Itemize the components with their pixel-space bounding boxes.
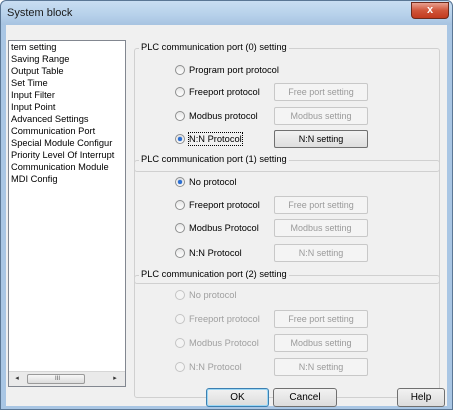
radio-label: N:N Protocol xyxy=(188,132,243,146)
port0-modbus-setting-button[interactable]: Modbus setting xyxy=(274,107,368,125)
nav-item-advanced-settings[interactable]: Advanced Settings xyxy=(11,114,89,125)
radio-icon xyxy=(175,248,185,258)
nav-item-priority-level[interactable]: Priority Level Of Interrupt xyxy=(11,150,114,161)
close-icon: x xyxy=(426,4,434,16)
radio-icon xyxy=(175,362,185,372)
help-button[interactable]: Help xyxy=(397,388,445,407)
radio-checked-icon xyxy=(175,177,185,187)
scroll-thumb[interactable]: III xyxy=(27,374,85,384)
nav-item-item-setting[interactable]: tem setting xyxy=(11,42,56,53)
radio-icon xyxy=(175,314,185,324)
port1-group: PLC communication port (1) setting No pr… xyxy=(134,154,440,284)
radio-icon xyxy=(175,200,185,210)
radio-label: Freeport protocol xyxy=(189,200,260,210)
dialog-client-area: tem setting Saving Range Output Table Se… xyxy=(6,25,447,406)
port2-group-title: PLC communication port (2) setting xyxy=(139,269,289,279)
title-bar[interactable]: System block x xyxy=(1,1,452,25)
system-block-window: System block x tem setting Saving Range … xyxy=(0,0,453,410)
port0-free-port-setting-button[interactable]: Free port setting xyxy=(274,83,368,101)
nav-item-input-point[interactable]: Input Point xyxy=(11,102,55,113)
nav-item-output-table[interactable]: Output Table xyxy=(11,66,64,77)
grip-icon: III xyxy=(55,376,61,382)
radio-label: Modbus protocol xyxy=(189,111,258,121)
radio-label: Modbus Protocol xyxy=(189,338,259,348)
ok-button[interactable]: OK xyxy=(206,388,269,407)
port0-group-title: PLC communication port (0) setting xyxy=(139,42,289,52)
radio-label: Program port protocol xyxy=(189,65,279,75)
nav-item-input-filter[interactable]: Input Filter xyxy=(11,90,55,101)
port1-free-port-setting-button[interactable]: Free port setting xyxy=(274,196,368,214)
nav-item-set-time[interactable]: Set Time xyxy=(11,78,48,89)
port1-group-title: PLC communication port (1) setting xyxy=(139,154,289,164)
port0-nn-setting-button[interactable]: N:N setting xyxy=(274,130,368,148)
radio-label: Freeport protocol xyxy=(189,314,260,324)
radio-label: N:N Protocol xyxy=(189,362,242,372)
radio-icon xyxy=(175,111,185,121)
radio-label: No protocol xyxy=(189,290,237,300)
scroll-left-icon[interactable]: ◂ xyxy=(12,374,22,384)
port2-nn-setting-button[interactable]: N:N setting xyxy=(274,358,368,376)
settings-nav-list[interactable]: tem setting Saving Range Output Table Se… xyxy=(8,40,126,387)
cancel-button[interactable]: Cancel xyxy=(273,388,337,407)
radio-label: Freeport protocol xyxy=(189,87,260,97)
port1-nn-setting-button[interactable]: N:N setting xyxy=(274,244,368,262)
radio-icon xyxy=(175,87,185,97)
port2-modbus-setting-button[interactable]: Modbus setting xyxy=(274,334,368,352)
nav-item-saving-range[interactable]: Saving Range xyxy=(11,54,69,65)
radio-label: Modbus Protocol xyxy=(189,223,259,233)
radio-icon xyxy=(175,290,185,300)
window-title: System block xyxy=(7,7,73,19)
radio-icon xyxy=(175,223,185,233)
nav-item-special-module-config[interactable]: Special Module Configur xyxy=(11,138,112,149)
close-button[interactable]: x xyxy=(411,2,449,19)
radio-checked-icon xyxy=(175,134,185,144)
radio-icon xyxy=(175,65,185,75)
nav-item-mdi-config[interactable]: MDI Config xyxy=(11,174,58,185)
radio-label: N:N Protocol xyxy=(189,248,242,258)
nav-item-communication-module[interactable]: Communication Module xyxy=(11,162,109,173)
radio-label: No protocol xyxy=(189,177,237,187)
port2-free-port-setting-button[interactable]: Free port setting xyxy=(274,310,368,328)
port1-modbus-setting-button[interactable]: Modbus setting xyxy=(274,219,368,237)
scroll-right-icon[interactable]: ▸ xyxy=(110,374,120,384)
port2-group: PLC communication port (2) setting No pr… xyxy=(134,269,440,398)
radio-icon xyxy=(175,338,185,348)
nav-item-communication-port[interactable]: Communication Port xyxy=(11,126,95,137)
horizontal-scrollbar[interactable]: ◂ III ▸ xyxy=(9,371,125,386)
